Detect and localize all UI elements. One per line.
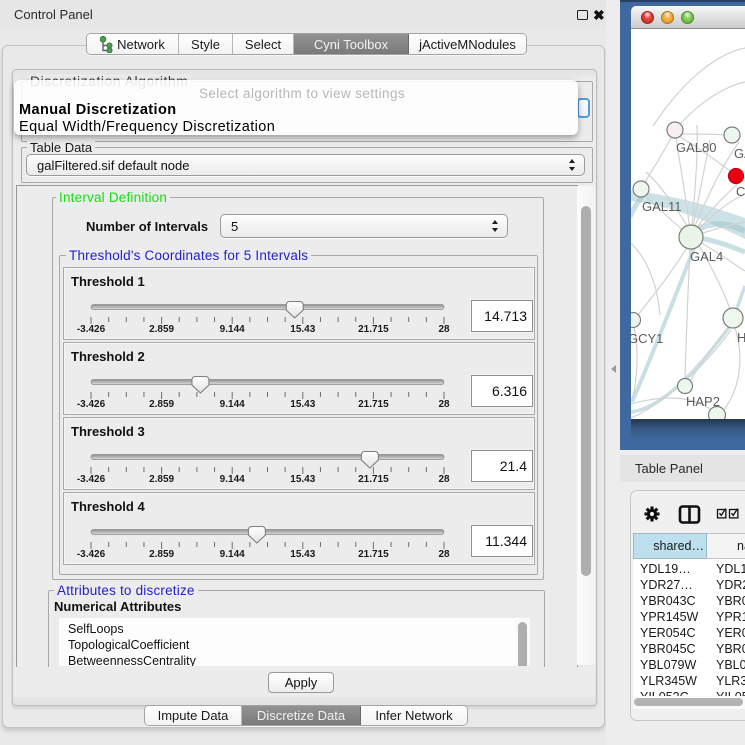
svg-text:9.144: 9.144 <box>220 399 245 410</box>
svg-text:28: 28 <box>438 324 450 335</box>
svg-text:-3.426: -3.426 <box>77 324 106 335</box>
svg-text:15.43: 15.43 <box>290 474 315 485</box>
svg-text:GAL4: GAL4 <box>690 249 723 264</box>
svg-text:9.144: 9.144 <box>220 474 245 485</box>
svg-text:21.715: 21.715 <box>358 474 389 485</box>
svg-text:28: 28 <box>438 549 450 560</box>
svg-text:28: 28 <box>438 474 450 485</box>
svg-text:15.43: 15.43 <box>290 399 315 410</box>
svg-text:HAP2: HAP2 <box>686 394 720 409</box>
svg-text:2.859: 2.859 <box>149 399 174 410</box>
svg-text:C: C <box>736 184 745 199</box>
svg-text:15.43: 15.43 <box>290 324 315 335</box>
svg-text:GAL11: GAL11 <box>642 199 682 214</box>
svg-text:9.144: 9.144 <box>220 324 245 335</box>
svg-text:21.715: 21.715 <box>358 399 389 410</box>
svg-text:-3.426: -3.426 <box>77 549 106 560</box>
svg-text:15.43: 15.43 <box>290 549 315 560</box>
svg-text:28: 28 <box>438 399 450 410</box>
svg-text:21.715: 21.715 <box>358 549 389 560</box>
svg-text:-3.426: -3.426 <box>77 399 106 410</box>
svg-text:9.144: 9.144 <box>220 549 245 560</box>
svg-text:2.859: 2.859 <box>149 324 174 335</box>
svg-text:GCY1: GCY1 <box>631 331 663 346</box>
svg-text:GA: GA <box>734 146 745 161</box>
svg-text:GAL80: GAL80 <box>676 140 716 155</box>
svg-text:H: H <box>737 330 745 345</box>
svg-text:2.859: 2.859 <box>149 549 174 560</box>
svg-text:2.859: 2.859 <box>149 474 174 485</box>
svg-text:21.715: 21.715 <box>358 324 389 335</box>
svg-text:-3.426: -3.426 <box>77 474 106 485</box>
